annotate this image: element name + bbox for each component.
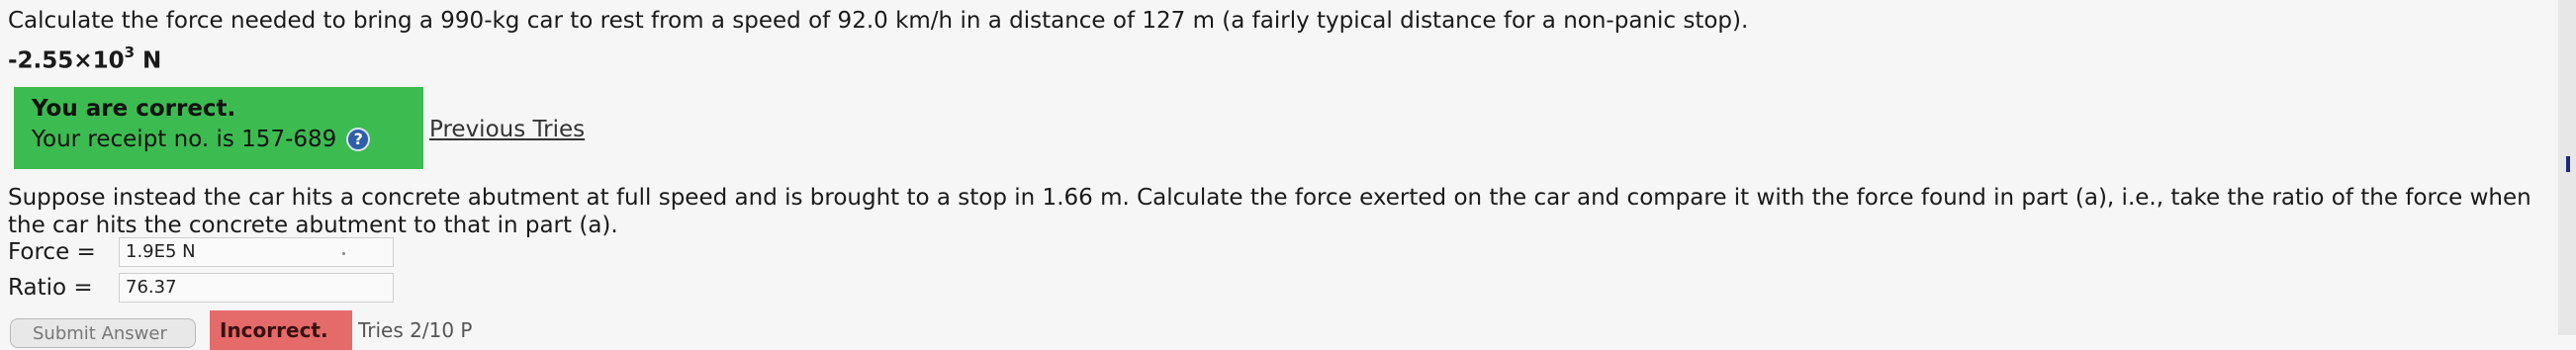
- answer-a-exponent: 3: [124, 44, 136, 61]
- force-row: Force = 1.9E5 N: [8, 237, 394, 267]
- answer-a-unit: N: [135, 47, 162, 74]
- input-dot: [342, 252, 345, 255]
- question-b-text: Suppose instead the car hits a concrete …: [8, 185, 2531, 238]
- correct-feedback-box: You are correct. Your receipt no. is 157…: [14, 87, 423, 169]
- force-input[interactable]: 1.9E5 N: [119, 237, 394, 267]
- tries-text: Tries 2/10 P: [358, 318, 473, 342]
- receipt-text: Your receipt no. is 157-689: [32, 127, 337, 152]
- answer-a: -2.55×103 N: [8, 40, 161, 76]
- right-edge-marker: [2566, 156, 2570, 172]
- question-a-text: Calculate the force needed to bring a 99…: [8, 8, 1749, 34]
- ratio-value: 76.37: [126, 277, 177, 298]
- ratio-input[interactable]: 76.37: [119, 273, 394, 303]
- answer-a-mantissa: -2.55×10: [8, 47, 125, 74]
- correct-label: You are correct.: [32, 96, 236, 122]
- incorrect-badge: Incorrect.: [210, 310, 352, 350]
- force-label: Force =: [8, 239, 96, 265]
- ratio-row: Ratio = 76.37: [8, 273, 394, 303]
- submit-answer-button[interactable]: Submit Answer: [10, 318, 196, 348]
- previous-tries-link[interactable]: Previous Tries: [429, 117, 585, 142]
- question-circle-icon[interactable]: ?: [346, 128, 371, 151]
- ratio-label: Ratio =: [8, 275, 93, 301]
- force-value: 1.9E5 N: [126, 241, 196, 262]
- receipt-line: Your receipt no. is 157-689 ?: [32, 124, 423, 155]
